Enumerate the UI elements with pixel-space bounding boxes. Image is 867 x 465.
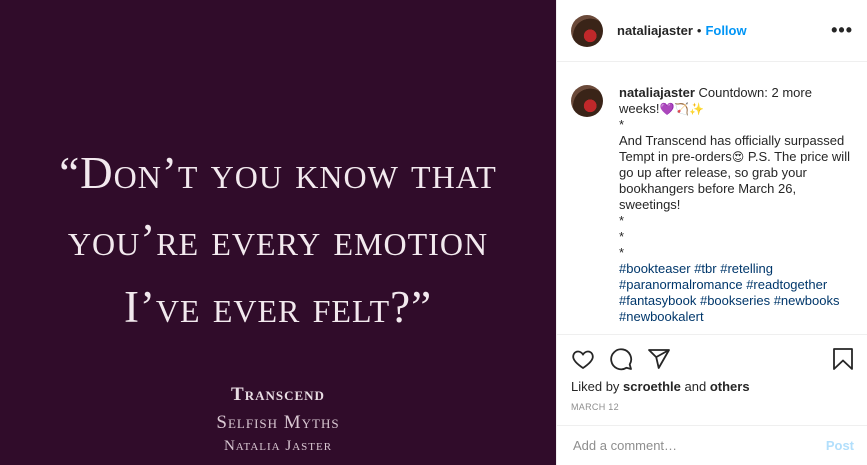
follow-button[interactable]: Follow bbox=[705, 23, 746, 38]
book-series: Selfish Myths bbox=[216, 412, 340, 433]
comment-icon[interactable] bbox=[609, 347, 633, 371]
caption-emoji-2: 😍 bbox=[731, 150, 745, 164]
caption-line-6: * bbox=[619, 245, 625, 260]
more-options-icon[interactable]: ••• bbox=[831, 20, 853, 41]
quote-line-3: I’ve ever felt?” bbox=[123, 282, 433, 332]
post-header: nataliajaster • Follow ••• bbox=[557, 0, 867, 62]
comment-input[interactable] bbox=[571, 437, 826, 454]
hashtag-link[interactable]: #newbooks bbox=[774, 293, 840, 308]
caption-text: nataliajaster Countdown: 2 more weeks!💜🏹… bbox=[619, 85, 851, 325]
caption: nataliajaster Countdown: 2 more weeks!💜🏹… bbox=[557, 63, 867, 325]
bookmark-icon[interactable] bbox=[832, 347, 854, 371]
caption-line-2: * bbox=[619, 117, 625, 132]
hashtag-list: #bookteaser #tbr #retelling #paranormalr… bbox=[619, 261, 851, 325]
book-author: Natalia Jaster bbox=[223, 438, 333, 454]
action-icons bbox=[557, 335, 867, 375]
action-bar: Liked by scroethle and others March 12 P… bbox=[557, 334, 867, 465]
caption-area[interactable]: nataliajaster Countdown: 2 more weeks!💜🏹… bbox=[557, 63, 867, 333]
quote-line-1: “Don’t you know that bbox=[59, 148, 497, 198]
hashtag-link[interactable]: #bookteaser bbox=[619, 261, 691, 276]
post-view: “Don’t you know that you’re every emotio… bbox=[0, 0, 867, 465]
hashtag-link[interactable]: #retelling bbox=[720, 261, 773, 276]
caption-avatar[interactable] bbox=[571, 85, 603, 117]
header-username[interactable]: nataliajaster bbox=[617, 23, 693, 38]
liked-by-user[interactable]: scroethle bbox=[623, 379, 681, 394]
liked-by-prefix: Liked by bbox=[571, 379, 620, 394]
heart-icon[interactable] bbox=[571, 347, 595, 371]
caption-line-5: * bbox=[619, 229, 625, 244]
hashtag-link[interactable]: #fantasybook bbox=[619, 293, 696, 308]
caption-line-3: And Transcend has officially surpassed T… bbox=[619, 133, 851, 213]
avatar[interactable] bbox=[571, 14, 603, 47]
hashtag-link[interactable]: #bookseries bbox=[700, 293, 770, 308]
caption-line-4: * bbox=[619, 213, 625, 228]
book-title: Transcend bbox=[231, 384, 325, 405]
liked-by-others[interactable]: others bbox=[710, 379, 750, 394]
hashtag-link[interactable]: #paranormalromance bbox=[619, 277, 743, 292]
liked-by-and: and bbox=[684, 379, 707, 394]
separator-dot: • bbox=[696, 23, 702, 38]
likes-summary: Liked by scroethle and others bbox=[557, 375, 867, 394]
post-date[interactable]: March 12 bbox=[557, 394, 867, 412]
hashtag-link[interactable]: #readtogether bbox=[746, 277, 827, 292]
hashtag-link[interactable]: #tbr bbox=[694, 261, 716, 276]
comment-bar: Post bbox=[557, 425, 867, 465]
post-panel: nataliajaster • Follow ••• nataliajaster… bbox=[556, 0, 867, 465]
caption-username[interactable]: nataliajaster bbox=[619, 85, 695, 100]
hashtag-link[interactable]: #newbookalert bbox=[619, 309, 704, 324]
post-comment-button[interactable]: Post bbox=[826, 438, 854, 453]
quote-text: “Don’t you know that you’re every emotio… bbox=[0, 140, 556, 341]
quote-line-2: you’re every emotion bbox=[67, 215, 489, 265]
caption-emoji-1: 💜🏹✨ bbox=[659, 102, 705, 116]
share-icon[interactable] bbox=[647, 347, 671, 371]
post-image[interactable]: “Don’t you know that you’re every emotio… bbox=[0, 0, 556, 465]
